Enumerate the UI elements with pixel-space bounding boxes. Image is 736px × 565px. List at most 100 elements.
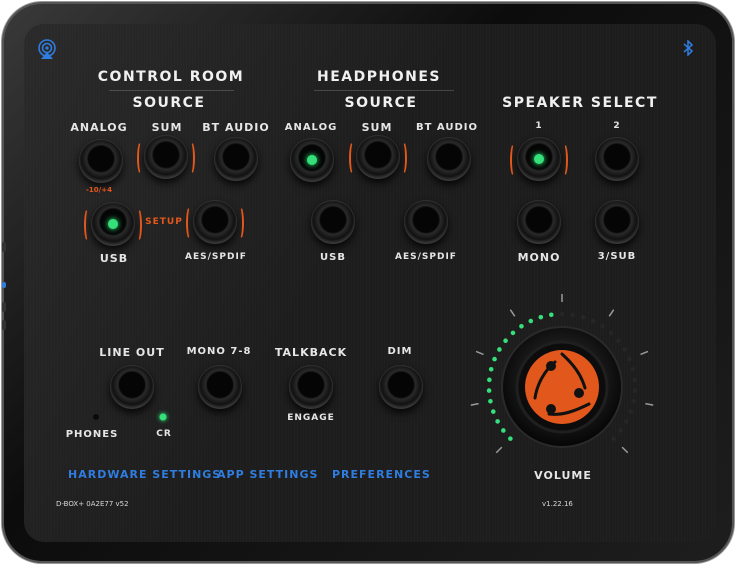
speaker-3-sub-label: 3/SUB — [597, 251, 637, 262]
volume-led — [622, 347, 627, 352]
cr-analog-button[interactable] — [79, 139, 123, 183]
hp-sum-label: SUM — [361, 121, 393, 134]
volume-led — [632, 388, 638, 393]
side-button — [2, 320, 6, 330]
volume-led — [510, 330, 516, 336]
hp-usb-button[interactable] — [311, 200, 355, 244]
volume-led — [548, 312, 554, 318]
volume-led — [611, 436, 616, 441]
volume-label: VOLUME — [534, 469, 592, 482]
dim-button[interactable] — [379, 365, 423, 409]
hp-bt-audio-button[interactable] — [427, 137, 471, 181]
app-settings-link[interactable]: APP SETTINGS — [217, 468, 318, 481]
cr-bt-audio-button[interactable] — [214, 137, 258, 181]
cr-label: CR — [156, 429, 172, 439]
volume-led — [508, 436, 513, 441]
volume-led — [580, 314, 586, 320]
volume-scale-tick — [495, 446, 503, 454]
led-indicator — [307, 155, 317, 165]
control-room-title: CONTROL ROOM — [97, 69, 245, 85]
preferences-link[interactable]: PREFERENCES — [332, 468, 431, 481]
volume-led — [488, 398, 493, 404]
speaker-2-label: 2 — [613, 121, 621, 131]
volume-scale-tick — [640, 350, 649, 356]
ipad-frame: CONTROL ROOM HEADPHONES SOURCE SOURCE SP… — [2, 2, 734, 563]
cr-usb-button[interactable] — [84, 202, 142, 246]
speaker-3-sub-button[interactable] — [595, 200, 639, 244]
volume-led — [490, 409, 496, 414]
app-screen: CONTROL ROOM HEADPHONES SOURCE SOURCE SP… — [24, 24, 716, 542]
hp-aes-spdif-button[interactable] — [404, 200, 448, 244]
volume-scale-tick — [475, 350, 484, 356]
volume-scale-tick — [645, 402, 654, 406]
volume-led — [618, 428, 623, 433]
hp-aes-spdif-label: AES/SPDIF — [395, 252, 457, 262]
volume-led — [590, 318, 596, 324]
mono-78-button[interactable] — [198, 365, 242, 409]
volume-led — [519, 324, 524, 329]
volume-led — [631, 398, 636, 404]
cr-aes-spdif-label: AES/SPDIF — [185, 252, 247, 262]
volume-led — [570, 312, 576, 318]
speaker-mono-button[interactable] — [517, 200, 561, 244]
cr-analog-label: ANALOG — [70, 121, 128, 134]
cr-usb-label: USB — [99, 252, 129, 265]
bluetooth-icon[interactable] — [682, 40, 694, 56]
volume-led — [630, 366, 636, 372]
phones-label: PHONES — [65, 429, 119, 440]
volume-scale-tick — [509, 309, 516, 317]
speaker-select-title: SPEAKER SELECT — [502, 95, 658, 111]
airplay-icon[interactable] — [36, 38, 58, 60]
hp-bt-audio-label: BT AUDIO — [416, 122, 478, 133]
volume-led — [608, 330, 614, 336]
side-button — [2, 302, 6, 312]
speaker-2-button[interactable] — [595, 137, 639, 181]
cr-aes-spdif-button[interactable] — [186, 200, 244, 244]
volume-led — [497, 347, 502, 352]
hp-sum-button[interactable] — [349, 135, 407, 179]
volume-led — [495, 419, 500, 424]
device-id: D-BOX+ 0A2E77 v52 — [56, 500, 129, 508]
volume-scale-tick — [608, 309, 615, 317]
led-indicator — [534, 154, 544, 164]
control-room-source-title: SOURCE — [132, 95, 206, 111]
side-indicator — [2, 282, 6, 288]
cr-sum-button[interactable] — [137, 135, 195, 179]
hardware-settings-link[interactable]: HARDWARE SETTINGS — [68, 468, 221, 481]
trim-label[interactable]: -10/+4 — [86, 186, 112, 194]
talkback-engage-label: ENGAGE — [287, 413, 335, 423]
headphones-source-title: SOURCE — [344, 95, 418, 111]
volume-scale-tick — [470, 402, 479, 406]
hp-usb-label: USB — [320, 252, 346, 263]
app-version: v1.22.16 — [542, 500, 573, 508]
phones-indicator — [92, 413, 100, 421]
setup-button[interactable]: SETUP — [145, 217, 183, 227]
hp-analog-button[interactable] — [290, 138, 334, 182]
divider — [109, 90, 234, 91]
volume-knob[interactable] — [461, 292, 663, 492]
line-out-label: LINE OUT — [99, 346, 165, 359]
volume-led — [627, 356, 632, 362]
hp-analog-label: ANALOG — [284, 122, 338, 133]
mono-78-label: MONO 7-8 — [186, 346, 252, 357]
volume-led — [538, 314, 544, 320]
talkback-label: TALKBACK — [274, 346, 348, 359]
volume-led — [628, 409, 634, 414]
divider — [314, 90, 454, 91]
volume-led — [616, 338, 621, 343]
volume-led — [487, 377, 492, 383]
speaker-mono-label: MONO — [517, 251, 561, 264]
line-out-button[interactable] — [110, 365, 154, 409]
cr-bt-audio-label: BT AUDIO — [202, 121, 270, 134]
dim-label: DIM — [387, 346, 413, 357]
volume-led — [488, 366, 494, 372]
cr-sum-label: SUM — [151, 121, 183, 134]
led-indicator — [108, 219, 118, 229]
volume-led — [600, 324, 605, 329]
volume-led — [501, 428, 506, 433]
volume-led — [632, 377, 637, 383]
volume-led — [624, 419, 629, 424]
speaker-1-button[interactable] — [510, 137, 568, 181]
volume-led — [492, 356, 497, 362]
talkback-button[interactable] — [289, 365, 333, 409]
